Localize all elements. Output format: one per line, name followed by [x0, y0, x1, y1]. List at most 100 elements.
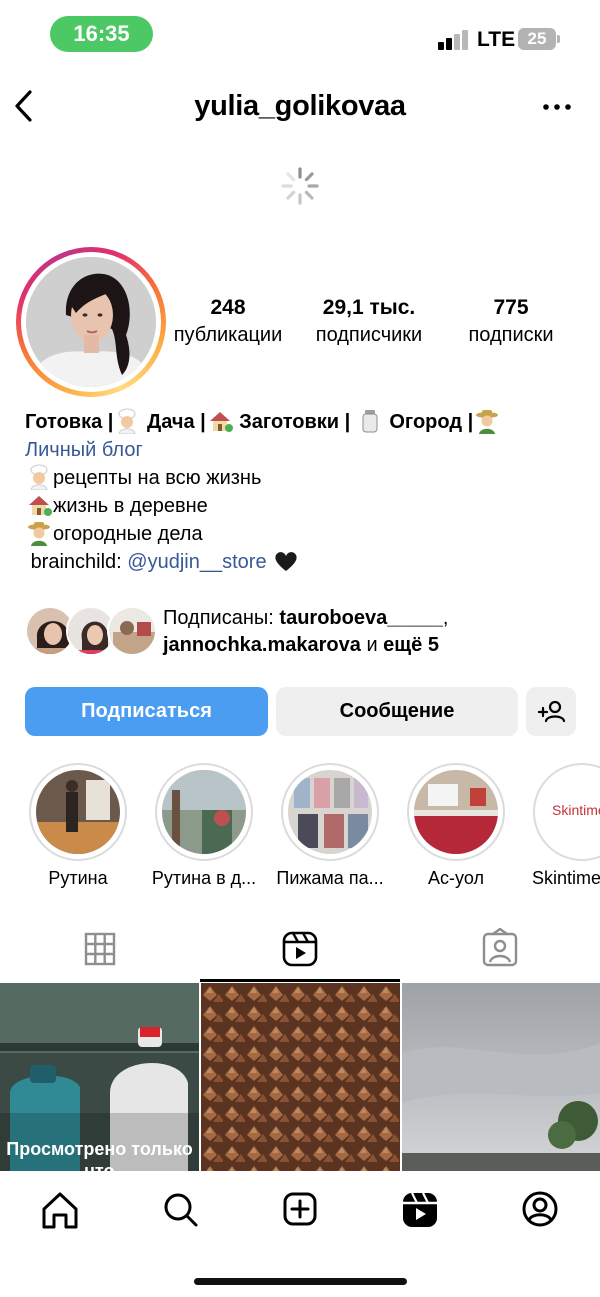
nav-home[interactable] — [30, 1185, 90, 1235]
mutual-follower-1[interactable]: tauroboeva_____ — [279, 607, 442, 629]
highlight-cover — [36, 770, 120, 854]
bio-line-recipes: рецепты на всю жизнь — [25, 464, 585, 492]
highlight-cover — [288, 770, 372, 854]
profile-header: yulia_golikovaa — [0, 78, 600, 138]
highlight-item[interactable]: Skintime Skintime — [519, 763, 600, 889]
highlight-label: Пижама па... — [276, 868, 384, 888]
nav-create[interactable] — [270, 1185, 330, 1235]
farmer-emoji-icon — [28, 522, 50, 546]
highlight-cover — [414, 770, 498, 854]
reels-grid: Просмотрено только что — [0, 983, 600, 1171]
bio-line-3: огородные дела — [53, 523, 203, 545]
bio-line-brainchild: brainchild: @yudjin__store — [25, 548, 585, 576]
highlight-label: Ас-уол — [428, 868, 484, 888]
highlight-item[interactable]: Рутина в д... — [141, 763, 267, 889]
followers-count-value: 29,1 тыс. — [322, 296, 416, 319]
bio-line-village: жизнь в деревне — [25, 492, 585, 520]
grid-item[interactable]: Просмотрено только что — [0, 983, 199, 1171]
posts-count[interactable]: 248 публикации — [165, 296, 291, 347]
profile-username: yulia_golikovaa — [194, 90, 406, 122]
posts-count-value: 248 — [210, 296, 246, 319]
following-count-label: подписки — [468, 324, 554, 346]
grid-item[interactable] — [402, 983, 600, 1171]
profile-bio: Готовка | Дача | Заготовки | Огород | Ли… — [25, 408, 585, 576]
tab-posts-grid[interactable] — [0, 918, 200, 982]
profile-icon — [522, 1191, 558, 1227]
highlight-cover — [162, 770, 246, 854]
bio-title-part-4: Огород | — [389, 411, 474, 433]
grid-icon — [84, 932, 116, 966]
posts-count-label: публикации — [173, 324, 283, 346]
highlight-item[interactable]: Ас-уол — [393, 763, 519, 889]
house-garden-emoji-icon — [29, 496, 52, 516]
active-tab-indicator — [200, 979, 400, 982]
message-button[interactable]: Сообщение — [276, 687, 518, 736]
followed-by-prefix: Подписаны: — [163, 607, 274, 629]
bio-title-part-2: Дача | — [146, 411, 206, 433]
farmer-emoji-icon — [476, 410, 499, 434]
profile-avatar-story-ring[interactable] — [16, 247, 166, 397]
more-options-button[interactable] — [540, 92, 574, 122]
mutual-follower-2[interactable]: jannochka.makarova — [163, 634, 361, 656]
house-garden-emoji-icon — [209, 412, 233, 432]
highlight-item[interactable]: Рутина — [15, 763, 141, 889]
highlight-label: Рутина — [48, 868, 108, 888]
reels-icon — [403, 1192, 437, 1227]
avatar — [26, 257, 156, 387]
bio-line-2: жизнь в деревне — [53, 495, 208, 517]
watched-label: Просмотрено только что — [6, 1139, 193, 1171]
tab-tagged[interactable] — [400, 918, 600, 982]
profile-tabs — [0, 918, 600, 982]
chef-emoji-icon — [118, 408, 136, 434]
story-highlights: Рутина Рутина в д... Пижама па... Ас-уол… — [0, 763, 600, 903]
highlight-item[interactable]: Пижама па... — [267, 763, 393, 889]
mutual-followers-avatars[interactable] — [25, 606, 165, 658]
following-count[interactable]: 775 подписки — [458, 296, 564, 347]
more-horizontal-icon — [543, 104, 571, 110]
bio-line-garden: огородные дела — [25, 520, 585, 548]
create-icon — [283, 1192, 317, 1226]
home-icon — [42, 1192, 78, 1229]
highlight-label: Рутина в д... — [151, 868, 257, 888]
bio-line-1: рецепты на всю жизнь — [53, 467, 262, 489]
avatar — [107, 606, 157, 656]
mutual-more-count[interactable]: ещё 5 — [383, 634, 439, 656]
mutual-and: и — [366, 634, 378, 656]
bio-title: Готовка | Дача | Заготовки | Огород | — [25, 408, 585, 436]
following-count-value: 775 — [493, 296, 529, 319]
battery-tip — [557, 35, 560, 43]
jar-emoji-icon — [362, 410, 378, 433]
black-heart-icon — [275, 552, 297, 571]
chef-emoji-icon — [30, 464, 48, 490]
bio-title-part-3: Заготовки | — [239, 411, 351, 433]
battery-icon: 25 — [518, 28, 556, 50]
status-time[interactable]: 16:35 — [50, 16, 153, 52]
network-type: LTE — [477, 28, 516, 51]
reels-icon — [282, 931, 318, 967]
followers-count[interactable]: 29,1 тыс. подписчики — [303, 296, 435, 347]
add-user-icon — [537, 700, 566, 723]
grid-item[interactable] — [201, 983, 400, 1171]
highlight-label: Skintime — [532, 868, 600, 888]
buckwheat-pattern — [201, 983, 400, 1171]
nav-reels[interactable] — [390, 1185, 450, 1235]
highlight-cover-logo: Skintime — [552, 802, 600, 818]
home-indicator[interactable] — [194, 1278, 407, 1285]
cellular-signal-icon — [438, 30, 470, 50]
tab-reels[interactable] — [200, 918, 400, 982]
nav-search[interactable] — [150, 1185, 210, 1235]
bio-category: Личный блог — [25, 439, 143, 461]
loading-spinner-icon — [281, 167, 319, 205]
nav-profile[interactable] — [510, 1185, 570, 1235]
suggest-users-button[interactable] — [526, 687, 576, 736]
bio-link-prefix: brainchild: — [30, 551, 122, 573]
mutual-followers-text[interactable]: Подписаны: tauroboeva_____, jannochka.ma… — [163, 605, 583, 659]
tagged-icon — [482, 927, 518, 967]
bio-title-part-1: Готовка | — [25, 411, 114, 433]
bio-store-link[interactable]: @yudjin__store — [127, 551, 266, 573]
search-icon — [164, 1193, 198, 1227]
highlight-cover: Skintime — [540, 770, 600, 854]
followers-count-label: подписчики — [315, 324, 423, 346]
mutual-separator: , — [442, 607, 449, 629]
follow-button[interactable]: Подписаться — [25, 687, 268, 736]
